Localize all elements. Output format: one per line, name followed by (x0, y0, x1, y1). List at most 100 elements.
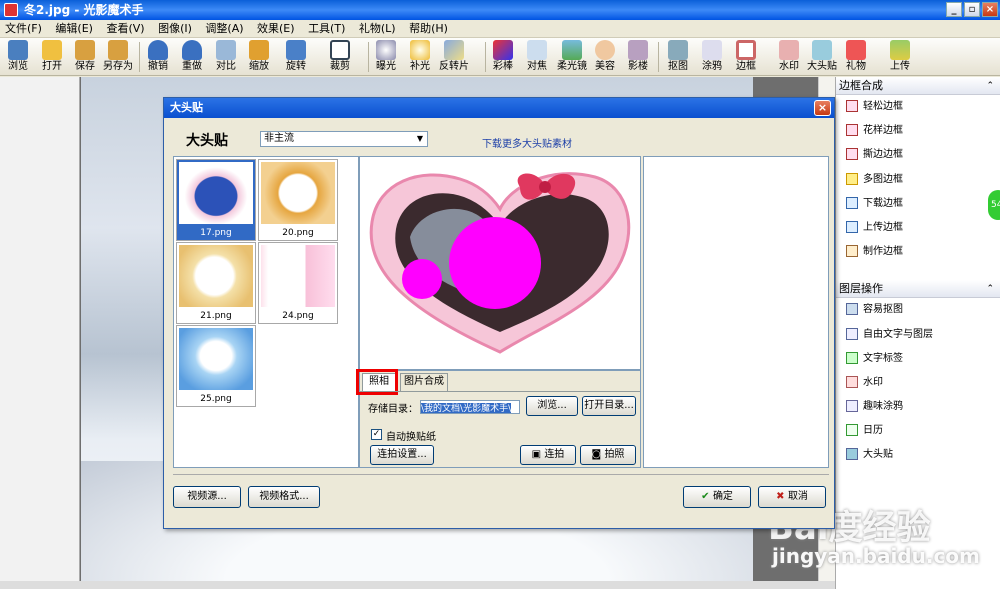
side-badge[interactable]: 54 (988, 190, 1000, 220)
category-select[interactable]: 非主流 ▼ (260, 131, 428, 147)
save-as-tool[interactable]: 另存为 (101, 39, 135, 75)
save-tool[interactable]: 保存 (71, 39, 99, 75)
studio-icon (628, 40, 648, 60)
menu-view[interactable]: 查看(V) (101, 20, 149, 38)
window-title: 冬2.jpg - 光影魔术手 (24, 3, 144, 17)
browse-tool[interactable]: 浏览 (4, 39, 32, 75)
window-title-bar: 冬2.jpg - 光影魔术手 _ ▫ × (0, 0, 1000, 20)
menu-effects[interactable]: 效果(E) (252, 20, 300, 38)
menu-adjust[interactable]: 调整(A) (200, 20, 248, 38)
panel-item-free-text[interactable]: 自由文字与图层 (836, 323, 1000, 347)
open-tool[interactable]: 打开 (38, 39, 66, 75)
watermark-tool[interactable]: 水印 (775, 39, 803, 75)
dialog-close-button[interactable]: × (814, 100, 831, 116)
shoot-button[interactable]: ◙ 拍照 (580, 445, 636, 465)
collapse-icon[interactable]: ⌃ (986, 280, 994, 298)
capture-tabs: 照相 图片合成 存储目录： \我的文档\光影魔术手\ 浏览... 打开目录...… (356, 369, 641, 468)
undo-tool[interactable]: 撤销 (144, 39, 172, 75)
exposure-tool[interactable]: 曝光 (372, 39, 400, 75)
video-source-button[interactable]: 视频源... (173, 486, 241, 508)
border-section-header[interactable]: 边框合成 ⌃ (836, 77, 1000, 95)
panel-item-make-frame[interactable]: 制作边框 (836, 240, 1000, 264)
color-stick-tool[interactable]: 彩棒 (489, 39, 517, 75)
burst-button[interactable]: ▣ 连拍 (520, 445, 576, 465)
focus-tool[interactable]: 对焦 (523, 39, 551, 75)
camera-preview (359, 156, 641, 370)
panel-item-multi-frame[interactable]: 多图边框 (836, 168, 1000, 192)
thumbnail-17[interactable]: 17.png (176, 159, 256, 241)
dropdown-arrow-icon[interactable]: ▼ (414, 133, 426, 145)
auto-sticker-label: 自动换贴纸 (386, 432, 436, 443)
panel-item-easy-frame[interactable]: 轻松边框 (836, 95, 1000, 119)
panel-item-download-frame[interactable]: 下载边框 (836, 192, 1000, 216)
focus-icon (527, 40, 547, 60)
menu-tools[interactable]: 工具(T) (303, 20, 350, 38)
browse-button[interactable]: 浏览... (526, 396, 578, 416)
menu-help[interactable]: 帮助(H) (404, 20, 453, 38)
panel-item-photo-sticker[interactable]: 大头贴 (836, 443, 1000, 467)
rotate-tool[interactable]: 旋转 (278, 39, 314, 75)
save-dir-input[interactable]: \我的文档\光影魔术手\ (420, 400, 520, 414)
auto-sticker-checkbox[interactable]: ✓ (371, 429, 382, 440)
thumbnail-20[interactable]: 20.png (258, 159, 338, 241)
thumbnail-21[interactable]: 21.png (176, 242, 256, 324)
panel-item-upload-frame[interactable]: 上传边框 (836, 216, 1000, 240)
video-format-button[interactable]: 视频格式... (248, 486, 320, 508)
panel-item-torn-frame[interactable]: 撕边边框 (836, 143, 1000, 167)
download-more-link[interactable]: 下载更多大头贴素材 (482, 135, 572, 150)
reversal-film-tool[interactable]: 反转片 (436, 39, 472, 75)
menu-edit[interactable]: 编辑(E) (50, 20, 98, 38)
crop-tool[interactable]: 裁剪 (322, 39, 358, 75)
thumbnail-25[interactable]: 25.png (176, 325, 256, 407)
photo-sticker-icon (812, 40, 832, 60)
ok-button[interactable]: ✔ 确定 (683, 486, 751, 508)
close-button[interactable]: × (982, 2, 998, 17)
color-wand-icon (493, 40, 513, 60)
menu-image[interactable]: 图像(I) (153, 20, 197, 38)
menu-gift[interactable]: 礼物(L) (354, 20, 401, 38)
baidu-url: jingyan.baidu.com (772, 544, 980, 568)
thumbnail-24[interactable]: 24.png (258, 242, 338, 324)
doodle-tool[interactable]: 涂鸦 (698, 39, 726, 75)
app-icon (4, 3, 18, 17)
cancel-button[interactable]: ✖ 取消 (758, 486, 826, 508)
rotate-icon (286, 40, 306, 60)
menu-file[interactable]: 文件(F) (0, 20, 47, 38)
cutout-tool[interactable]: 抠图 (664, 39, 692, 75)
photo-sticker-icon (846, 448, 858, 461)
studio-tool[interactable]: 影楼 (624, 39, 652, 75)
maximize-button[interactable]: ▫ (964, 2, 980, 17)
soft-filter-icon (562, 40, 582, 60)
panel-item-watermark[interactable]: 水印 (836, 371, 1000, 395)
burst-settings-button[interactable]: 连拍设置... (370, 445, 434, 465)
compare-tool[interactable]: 对比 (212, 39, 240, 75)
frame-icon (846, 124, 858, 137)
redo-tool[interactable]: 重做 (178, 39, 206, 75)
face-icon (595, 40, 615, 60)
pink-frame-thumb (261, 245, 335, 307)
frame-tool[interactable]: 边框 (731, 39, 761, 75)
zoom-icon (249, 40, 269, 60)
panel-item-fancy-frame[interactable]: 花样边框 (836, 119, 1000, 143)
panel-item-fun-doodle[interactable]: 趣味涂鸦 (836, 395, 1000, 419)
open-dir-button[interactable]: 打开目录... (582, 396, 636, 416)
collapse-icon[interactable]: ⌃ (986, 77, 994, 95)
gift-tool[interactable]: 礼物 (842, 39, 870, 75)
crop-icon (330, 40, 350, 60)
tab-image-compose[interactable]: 图片合成 (400, 373, 448, 391)
fill-light-tool[interactable]: 补光 (406, 39, 434, 75)
zoom-tool[interactable]: 缩放 (245, 39, 273, 75)
layer-section-header[interactable]: 图层操作 ⌃ (836, 280, 1000, 299)
panel-item-calendar[interactable]: 日历 (836, 419, 1000, 443)
sticker-thumbnail-list[interactable]: 17.png 20.png 21.png 24.png 25.png (173, 156, 359, 468)
soft-light-tool[interactable]: 柔光镜 (555, 39, 589, 75)
panel-item-text-label[interactable]: 文字标签 (836, 347, 1000, 371)
toolbar-divider (658, 42, 659, 72)
beauty-tool[interactable]: 美容 (591, 39, 619, 75)
eye-icon (8, 40, 28, 60)
upload-tool[interactable]: 上传 (886, 39, 914, 75)
film-icon (444, 40, 464, 60)
minimize-button[interactable]: _ (946, 2, 962, 17)
photo-sticker-tool[interactable]: 大头贴 (806, 39, 838, 75)
panel-item-easy-cutout[interactable]: 容易抠图 (836, 298, 1000, 322)
